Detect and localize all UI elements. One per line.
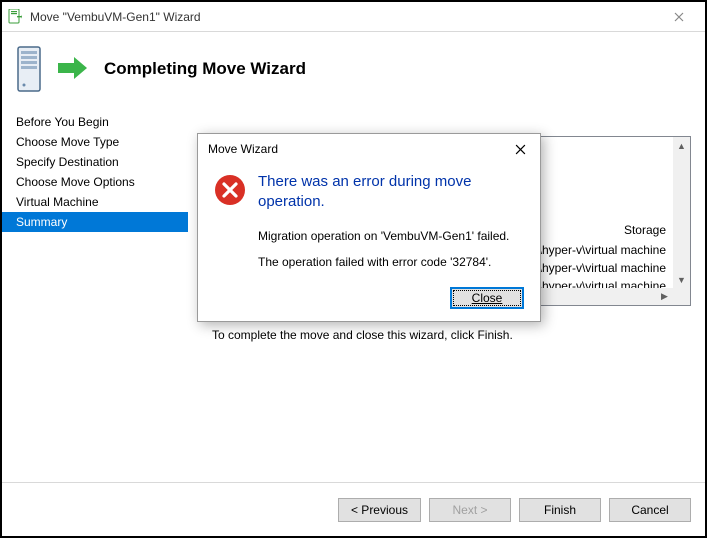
- server-icon: [16, 45, 50, 93]
- sidebar-item-specify-destination[interactable]: Specify Destination: [2, 152, 188, 172]
- error-icon: [214, 174, 246, 206]
- wizard-hint-text: To complete the move and close this wiza…: [212, 328, 513, 342]
- window-title: Move "VembuVM-Gen1" Wizard: [30, 10, 659, 24]
- dialog-close-button[interactable]: [504, 136, 536, 162]
- sidebar-item-before-you-begin[interactable]: Before You Begin: [2, 112, 188, 132]
- sidebar-item-choose-move-type[interactable]: Choose Move Type: [2, 132, 188, 152]
- sidebar-item-label: Before You Begin: [16, 115, 109, 129]
- sidebar-item-label: Summary: [16, 215, 67, 229]
- error-message-1: Migration operation on 'VembuVM-Gen1' fa…: [258, 229, 524, 243]
- finish-button[interactable]: Finish: [519, 498, 601, 522]
- sidebar-item-label: Specify Destination: [16, 155, 119, 169]
- wizard-steps-sidebar: Before You Begin Choose Move Type Specif…: [2, 106, 188, 482]
- dialog-ok-button[interactable]: Close: [450, 287, 524, 309]
- dialog-title: Move Wizard: [208, 142, 504, 156]
- scroll-right-icon[interactable]: ▶: [656, 288, 673, 305]
- dialog-titlebar: Move Wizard: [198, 134, 540, 164]
- error-dialog: Move Wizard There was an error during mo…: [197, 133, 541, 322]
- window-titlebar: Move "VembuVM-Gen1" Wizard: [2, 2, 705, 32]
- sidebar-item-label: Virtual Machine: [16, 195, 99, 209]
- sidebar-item-label: Choose Move Type: [16, 135, 119, 149]
- sidebar-item-summary[interactable]: Summary: [2, 212, 188, 232]
- cancel-button[interactable]: Cancel: [609, 498, 691, 522]
- wizard-footer: < Previous Next > Finish Cancel: [2, 482, 705, 536]
- sidebar-item-choose-move-options[interactable]: Choose Move Options: [2, 172, 188, 192]
- error-message-2: The operation failed with error code '32…: [258, 255, 524, 269]
- next-button: Next >: [429, 498, 511, 522]
- scroll-down-icon[interactable]: ▼: [673, 271, 690, 288]
- vertical-scrollbar[interactable]: ▲ ▼: [673, 137, 690, 288]
- page-title: Completing Move Wizard: [104, 59, 306, 79]
- sidebar-item-virtual-machine[interactable]: Virtual Machine: [2, 192, 188, 212]
- previous-button[interactable]: < Previous: [338, 498, 421, 522]
- sidebar-item-label: Choose Move Options: [16, 175, 135, 189]
- app-icon: [8, 9, 24, 25]
- scroll-up-icon[interactable]: ▲: [673, 137, 690, 154]
- wizard-heading-row: Completing Move Wizard: [2, 32, 705, 106]
- move-arrow-icon: [58, 56, 88, 83]
- error-heading: There was an error during move operation…: [258, 172, 524, 211]
- window-close-button[interactable]: [659, 3, 699, 31]
